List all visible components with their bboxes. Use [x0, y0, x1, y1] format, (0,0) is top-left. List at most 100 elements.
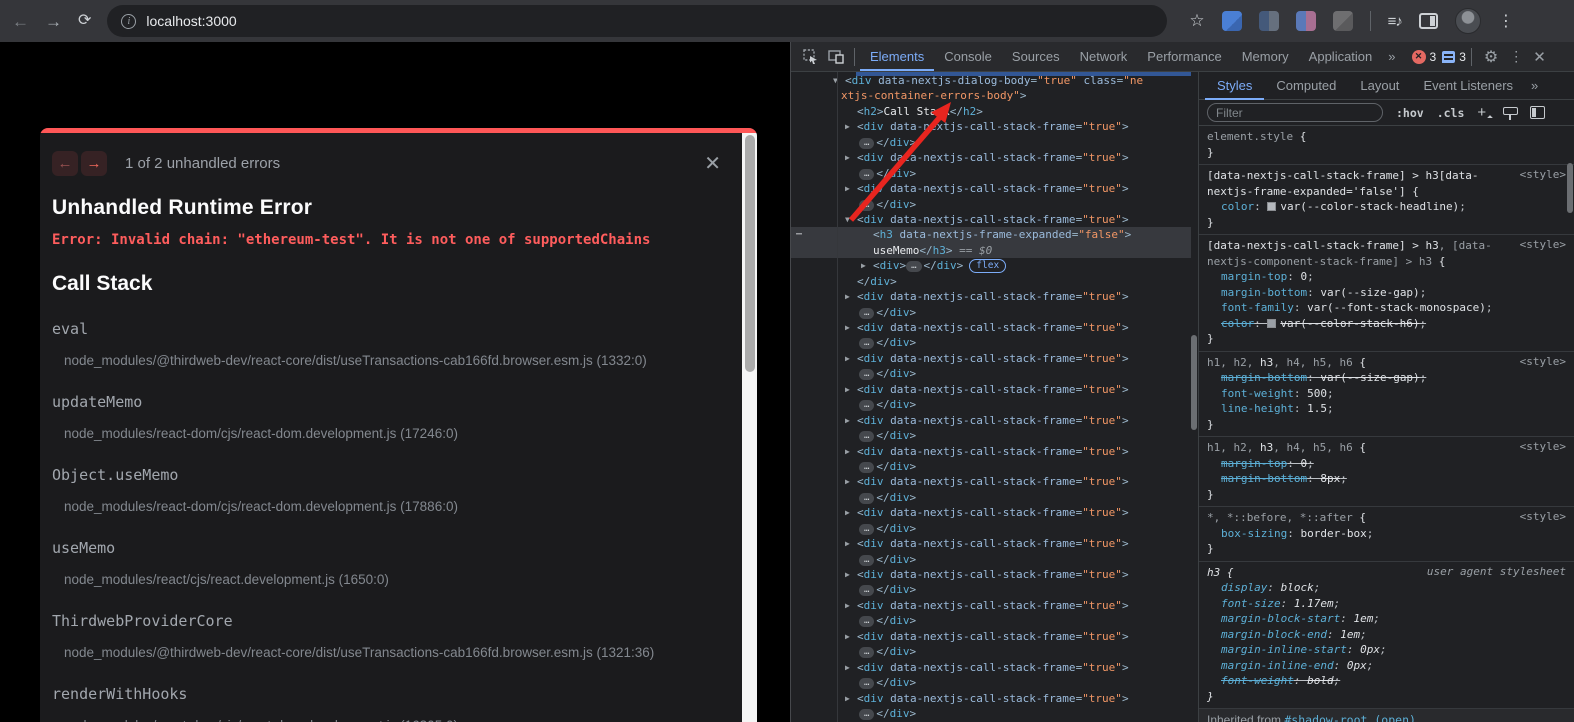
tree-row[interactable]: ▶<div data-nextjs-call-stack-frame="true… [791, 181, 1191, 196]
css-property-line[interactable]: margin-block-end: 1em; [1199, 627, 1574, 643]
more-tabs-icon[interactable]: » [1382, 49, 1401, 64]
new-style-rule-icon[interactable]: + [1477, 104, 1490, 121]
stylesheet-source-link[interactable]: <style> [1520, 168, 1566, 181]
tree-row[interactable]: …</div> [791, 166, 1191, 181]
tree-row[interactable]: …</div> [791, 582, 1191, 597]
css-selector-line[interactable]: } [1199, 331, 1574, 347]
css-property-line[interactable]: font-weight: 500; [1199, 386, 1574, 402]
tree-row[interactable]: ▶<div data-nextjs-call-stack-frame="true… [791, 320, 1191, 335]
collapsed-arrow-icon[interactable]: ▶ [845, 382, 850, 397]
collapsed-children-icon[interactable]: … [859, 709, 874, 720]
css-selector-line[interactable]: } [1199, 215, 1574, 231]
tree-row[interactable]: …</div> [791, 644, 1191, 659]
tree-row[interactable]: …</div> [791, 490, 1191, 505]
collapsed-children-icon[interactable]: … [859, 493, 874, 504]
tree-row[interactable]: …</div> [791, 428, 1191, 443]
collapsed-children-icon[interactable]: … [859, 616, 874, 627]
collapsed-arrow-icon[interactable]: ▶ [845, 629, 850, 644]
tree-row[interactable]: …</div> [791, 366, 1191, 381]
css-selector-line[interactable]: } [1199, 145, 1574, 161]
css-selector-line[interactable]: [data-nextjs-call-stack-frame] > h3, [da… [1199, 238, 1574, 254]
flex-adorner-badge[interactable]: flex [969, 259, 1006, 273]
tab-sources[interactable]: Sources [1002, 42, 1070, 71]
tree-row[interactable]: …</div> [791, 397, 1191, 412]
sidebar-tab-computed[interactable]: Computed [1264, 72, 1348, 100]
back-icon[interactable]: ← [12, 13, 29, 30]
address-bar[interactable]: i localhost:3000 [107, 5, 1167, 37]
css-property-line[interactable]: margin-bottom: 8px; [1199, 471, 1574, 487]
tree-row[interactable]: <h2>Call Stack</h2> [791, 104, 1191, 119]
tree-row[interactable]: ▶<div data-nextjs-call-stack-frame="true… [791, 629, 1191, 644]
tree-row[interactable]: ▶<div data-nextjs-call-stack-frame="true… [791, 289, 1191, 304]
collapsed-children-icon[interactable]: … [859, 400, 874, 411]
tree-row[interactable]: ▼<div data-nextjs-dialog-body="true" cla… [791, 73, 1191, 88]
collapsed-arrow-icon[interactable]: ▶ [845, 536, 850, 551]
sidebar-tab-styles[interactable]: Styles [1205, 72, 1264, 100]
css-property-line[interactable]: display: block; [1199, 580, 1574, 596]
side-panel-icon[interactable] [1419, 13, 1438, 29]
css-selector-line[interactable]: h1, h2, h3, h4, h5, h6 { [1199, 355, 1574, 371]
extension-icon-3[interactable] [1296, 11, 1316, 31]
tree-row[interactable]: ▶<div data-nextjs-call-stack-frame="true… [791, 474, 1191, 489]
css-property-line[interactable]: margin-bottom: var(--size-gap); [1199, 370, 1574, 386]
collapsed-children-icon[interactable]: … [859, 647, 874, 658]
tree-row[interactable]: useMemo</h3> == $0 [791, 243, 1191, 258]
devtools-close-icon[interactable]: ✕ [1527, 48, 1554, 66]
bookmark-star-icon[interactable]: ☆ [1189, 11, 1204, 31]
sidebar-more-tabs-icon[interactable]: » [1525, 78, 1544, 93]
error-count-badge[interactable]: ✕ 3 [1412, 50, 1437, 64]
css-property-line[interactable]: font-family: var(--font-stack-monospace)… [1199, 300, 1574, 316]
tree-row[interactable]: …</div> [791, 305, 1191, 320]
css-selector-line[interactable]: } [1199, 689, 1574, 705]
media-controls-icon[interactable]: ≡♪ [1388, 13, 1402, 30]
tab-console[interactable]: Console [934, 42, 1002, 71]
profile-avatar[interactable] [1455, 8, 1481, 34]
tab-application[interactable]: Application [1299, 42, 1383, 71]
tree-scrollbar-thumb[interactable] [1191, 335, 1197, 430]
toggle-hover-state-button[interactable]: :hov [1396, 106, 1424, 120]
overlay-scrollbar[interactable] [742, 133, 757, 722]
css-property-line[interactable]: color: var(--color-stack-h6); [1199, 316, 1574, 332]
collapsed-arrow-icon[interactable]: ▶ [845, 444, 850, 459]
stylesheet-source-link[interactable]: <style> [1520, 238, 1566, 251]
css-property-line[interactable]: font-weight: bold; [1199, 673, 1574, 689]
tree-row[interactable]: …</div> [791, 135, 1191, 150]
color-swatch[interactable] [1267, 319, 1276, 328]
css-selector-line[interactable]: nextjs-component-stack-frame] > h3 { [1199, 254, 1574, 270]
collapsed-children-icon[interactable]: … [859, 524, 874, 535]
devtools-settings-icon[interactable]: ⚙ [1477, 47, 1505, 67]
css-property-line[interactable]: margin-top: 0; [1199, 456, 1574, 472]
expanded-arrow-icon[interactable]: ▼ [845, 212, 850, 227]
css-property-line[interactable]: margin-block-start: 1em; [1199, 611, 1574, 627]
tree-row[interactable]: …</div> [791, 459, 1191, 474]
collapsed-children-icon[interactable]: … [859, 200, 874, 211]
collapsed-arrow-icon[interactable]: ▶ [845, 598, 850, 613]
sidebar-tab-layout[interactable]: Layout [1348, 72, 1411, 100]
inspect-element-icon[interactable] [797, 44, 823, 70]
css-selector-line[interactable]: } [1199, 487, 1574, 503]
collapsed-children-icon[interactable]: … [859, 431, 874, 442]
sidebar-tab-event-listeners[interactable]: Event Listeners [1411, 72, 1525, 100]
collapsed-children-icon[interactable]: … [859, 169, 874, 180]
collapsed-arrow-icon[interactable]: ▶ [845, 150, 850, 165]
tree-row[interactable]: …</div> [791, 552, 1191, 567]
tree-row[interactable]: ▶<div data-nextjs-call-stack-frame="true… [791, 351, 1191, 366]
tree-row[interactable]: ▶<div data-nextjs-call-stack-frame="true… [791, 382, 1191, 397]
extension-icon-2[interactable] [1259, 11, 1279, 31]
css-property-line[interactable]: font-size: 1.17em; [1199, 596, 1574, 612]
tree-row[interactable]: …</div> [791, 197, 1191, 212]
message-count-badge[interactable]: 3 [1442, 50, 1466, 64]
css-selector-line[interactable]: h1, h2, h3, h4, h5, h6 { [1199, 440, 1574, 456]
collapsed-children-icon[interactable]: … [859, 369, 874, 380]
collapsed-arrow-icon[interactable]: ▶ [845, 289, 850, 304]
collapsed-children-icon[interactable]: … [859, 585, 874, 596]
css-property-line[interactable]: color: var(--color-stack-headline); [1199, 199, 1574, 215]
collapsed-children-icon[interactable]: … [859, 555, 874, 566]
collapsed-arrow-icon[interactable]: ▶ [845, 351, 850, 366]
previous-error-button[interactable]: ← [52, 151, 78, 176]
collapsed-arrow-icon[interactable]: ▶ [845, 474, 850, 489]
css-property-line[interactable]: margin-inline-end: 0px; [1199, 658, 1574, 674]
tree-row[interactable]: ▶<div>…</div>flex [791, 258, 1191, 273]
tab-network[interactable]: Network [1070, 42, 1138, 71]
reload-icon[interactable]: ⟳ [78, 13, 91, 29]
